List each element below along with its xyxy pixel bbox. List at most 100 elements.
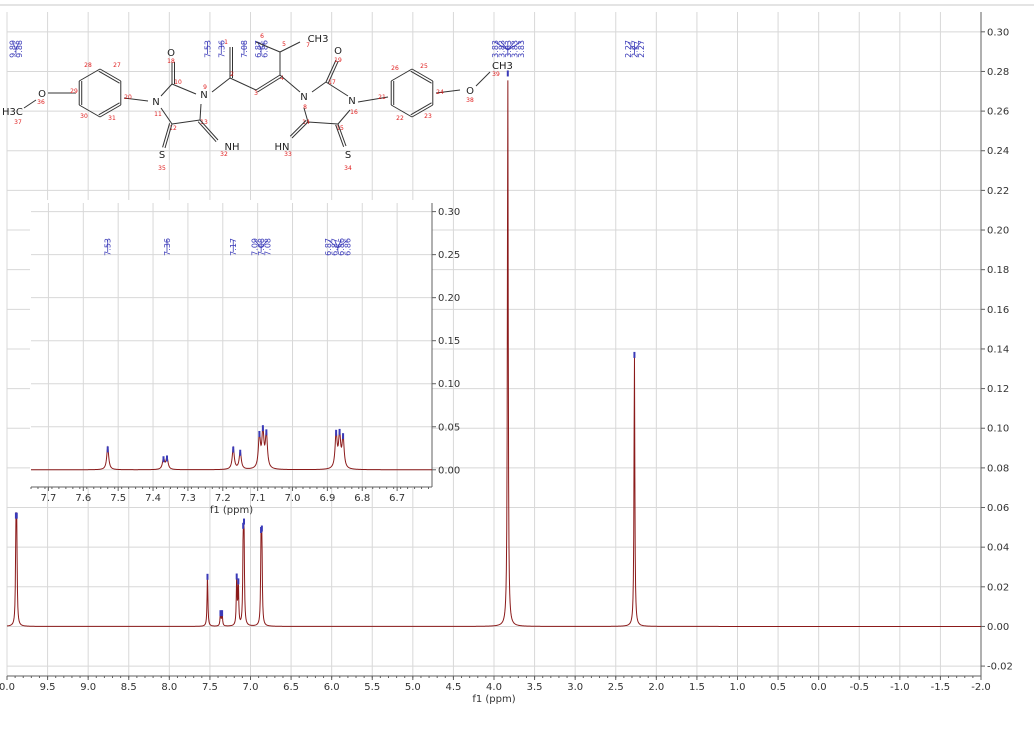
- atom-label: O: [466, 86, 474, 97]
- atom-index: 22: [396, 115, 404, 122]
- inset-peak-label: 7.08: [264, 238, 273, 256]
- atom-index: 9: [203, 84, 207, 91]
- main-peak-label: 7.53: [203, 40, 212, 58]
- inset-peak-label: 6.86: [344, 238, 353, 256]
- main-y-tick-label: 0.24: [987, 146, 1009, 157]
- nmr-spectrum-figure: 0.0 9.5 9.0 8.5 8.0 7.5 7.0 6.5 6.0 5.5 5.0 4.5 4.0 3…: [0, 0, 1034, 741]
- atom-index: 3: [254, 90, 258, 97]
- atom-index: 31: [108, 115, 116, 122]
- atom-index: 24: [436, 89, 444, 96]
- atom-index: 27: [113, 62, 121, 69]
- main-x-tick-label: 6.0: [324, 682, 340, 693]
- inset-x-tick-label: 7.0: [285, 493, 301, 504]
- main-y-tick-label: 0.20: [987, 226, 1009, 237]
- atom-index: 7: [306, 42, 310, 49]
- atom-index: 35: [158, 165, 166, 172]
- inset-peak-marker: [338, 428, 341, 435]
- main-x-tick-label: 7.5: [202, 682, 218, 693]
- atom-index: 2: [230, 71, 234, 78]
- atom-label: N: [300, 92, 307, 103]
- inset-x-tick-label: 7.7: [40, 493, 56, 504]
- main-x-tick-label: -2.0: [971, 682, 991, 693]
- inset-peak-marker: [232, 446, 235, 453]
- atom-index: 33: [284, 151, 292, 158]
- inset-y-tick-label: 0.00: [438, 465, 460, 476]
- inset-peak-label: 7.53: [104, 238, 113, 256]
- inset-x-tick-label: 6.9: [319, 493, 335, 504]
- atom-index: 25: [420, 63, 428, 70]
- atom-index: 16: [350, 109, 358, 116]
- inset-y-tick-label: 0.15: [438, 336, 460, 347]
- atom-index: 21: [378, 94, 386, 101]
- atom-index: 30: [80, 113, 88, 120]
- inset-peak-marker: [261, 425, 264, 432]
- main-x-tick-label: -1.0: [890, 682, 910, 693]
- atom-index: 26: [391, 65, 399, 72]
- atom-label: CH3: [308, 34, 329, 45]
- inset-x-axis-title: f1 (ppm): [210, 505, 253, 516]
- atom-index: 20: [124, 94, 132, 101]
- atom-index: 8: [303, 104, 307, 111]
- main-x-tick-label: 4.0: [486, 682, 502, 693]
- atom-index: 6: [260, 33, 264, 40]
- inset-y-tick-label: 0.05: [438, 422, 460, 433]
- inset-x-tick-label: 7.1: [250, 493, 266, 504]
- main-y-tick-label: -0.02: [987, 662, 1013, 673]
- main-x-title: f1 (ppm): [472, 694, 515, 705]
- main-x-tick-label: 5.5: [364, 682, 380, 693]
- main-x-tick-label: 8.5: [121, 682, 137, 693]
- atom-index: 39: [492, 71, 500, 78]
- atom-index: 36: [37, 99, 45, 106]
- main-x-tick-label: 6.5: [283, 682, 299, 693]
- main-peak-marker: [15, 512, 18, 519]
- main-x-tick-label: 9.0: [80, 682, 96, 693]
- atom-index: 38: [466, 97, 474, 104]
- main-x-axis-title: f1 (ppm): [472, 694, 515, 705]
- atom-index: 10: [174, 79, 182, 86]
- atom-index: 34: [344, 165, 352, 172]
- main-y-tick-label: 0.02: [987, 582, 1009, 593]
- inset-y-tick-label: 0.20: [438, 293, 460, 304]
- atom-index: 1: [224, 39, 228, 46]
- main-y-tick-label: 0.12: [987, 384, 1009, 395]
- main-peak-label: 7.08: [240, 40, 249, 58]
- main-x-tick-label: -0.5: [849, 682, 869, 693]
- main-x-tick-label: 0.0: [811, 682, 827, 693]
- inset-y-tick-label: 0.30: [438, 207, 460, 218]
- main-y-tick-label: 0.00: [987, 622, 1009, 633]
- atom-label: N: [200, 90, 207, 101]
- atom-label: H3C: [2, 107, 23, 118]
- main-peak-marker: [633, 351, 636, 358]
- main-x-tick-label: 3.0: [567, 682, 583, 693]
- main-y-tick-label: 0.16: [987, 305, 1009, 316]
- main-x-tick-label: 8.0: [161, 682, 177, 693]
- atom-index: 28: [84, 62, 92, 69]
- main-x-tick-label: 4.5: [445, 682, 461, 693]
- inset-x-tick-label: 6.7: [389, 493, 405, 504]
- main-peak-label: 3.83: [517, 40, 526, 58]
- main-y-tick-label: 0.08: [987, 463, 1009, 474]
- atom-label: S: [345, 150, 351, 161]
- atom-label: N: [348, 96, 355, 107]
- inset-plot: 7.7 7.6 7.5 7.4 7.3 7.2 7.1 7.0 6.9 6.8 6.7 0.30 0.2…: [30, 200, 460, 516]
- main-y-tick-label: 0.18: [987, 265, 1009, 276]
- main-peak-marker: [260, 525, 263, 532]
- inset-x-tick-label: 7.2: [215, 493, 231, 504]
- main-peak-marker: [243, 518, 246, 525]
- inset-peak-label: 7.36: [163, 238, 172, 256]
- atom-index: 11: [154, 111, 162, 118]
- main-peak-marker: [237, 578, 240, 585]
- atom-index: 23: [424, 113, 432, 120]
- atom-index: 17: [328, 79, 336, 86]
- main-peak-marker: [221, 610, 224, 617]
- main-x-tick-label: 0.0: [0, 682, 15, 693]
- inset-x-tick-label: 7.3: [180, 493, 196, 504]
- main-y-tick-label: 0.30: [987, 27, 1009, 38]
- inset-peak-marker: [258, 430, 261, 437]
- inset-peak-marker: [265, 429, 268, 436]
- atom-index: 5: [282, 41, 286, 48]
- inset-peak-marker: [239, 449, 242, 456]
- atom-index: 18: [167, 58, 175, 65]
- main-y-tick-label: 0.28: [987, 67, 1009, 78]
- main-y-tick-label: 0.06: [987, 503, 1009, 514]
